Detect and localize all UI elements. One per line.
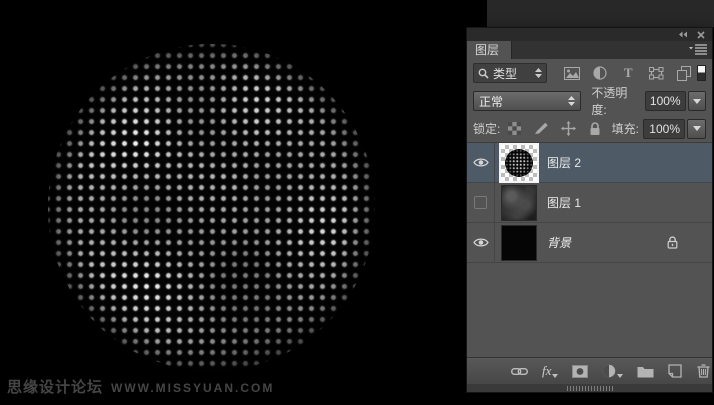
caret-down-icon <box>552 374 559 378</box>
layer-name[interactable]: 图层 2 <box>547 154 712 171</box>
visibility-toggle[interactable] <box>467 223 495 262</box>
filter-toggle-switch[interactable] <box>697 65 706 81</box>
layer-thumbnail-black[interactable] <box>501 224 537 261</box>
eye-icon <box>472 238 489 247</box>
lock-all-icon[interactable] <box>587 121 603 137</box>
layer-row-layer2[interactable]: 图层 2 <box>467 143 712 183</box>
photoshop-workspace: 思缘设计论坛 WWW.MISSYUAN.COM 图层 类型 T 正常 不透明度:… <box>0 0 714 405</box>
spinner-arrows-icon <box>535 68 543 78</box>
opacity-input[interactable]: 100% <box>644 91 686 111</box>
spinner-arrows-icon <box>568 96 576 106</box>
panel-actions-bar: fx <box>467 357 712 384</box>
blend-mode-value: 正常 <box>479 94 504 109</box>
filter-type-select[interactable]: 类型 <box>473 63 548 83</box>
layer-thumbnail-sphere[interactable] <box>499 143 539 183</box>
search-icon <box>478 68 489 79</box>
layers-panel: 图层 类型 T 正常 不透明度: 100% 锁定: 填充: 100% 图层 2 … <box>466 27 713 393</box>
lock-buttons <box>506 121 603 137</box>
new-group-icon[interactable] <box>637 362 654 380</box>
fill-label: 填充: <box>611 122 639 136</box>
panel-tab-bar: 图层 <box>467 41 712 59</box>
opacity-dropdown-button[interactable] <box>687 91 706 111</box>
filter-type-label: 类型 <box>493 66 518 81</box>
background-lock-icon <box>667 236 678 249</box>
mini-sphere-preview <box>505 148 533 177</box>
caret-down-icon <box>692 98 701 104</box>
panel-titlebar <box>467 28 712 41</box>
layer-style-icon[interactable]: fx <box>542 362 559 380</box>
tab-layers[interactable]: 图层 <box>467 41 513 59</box>
caret-down-icon <box>692 126 701 131</box>
layer-row-background[interactable]: 背景 <box>467 223 712 263</box>
panel-bottom-strip <box>467 384 712 392</box>
shape-layer-filter-icon[interactable] <box>647 64 665 82</box>
app-chrome-strip <box>487 0 714 27</box>
add-layer-mask-icon[interactable] <box>572 362 589 380</box>
delete-layer-icon[interactable] <box>696 362 711 380</box>
layer-name[interactable]: 图层 1 <box>547 194 712 211</box>
lock-pixels-icon[interactable] <box>533 121 549 137</box>
layer-row-layer1[interactable]: 图层 1 <box>467 183 712 223</box>
lock-transparency-icon[interactable] <box>506 121 522 137</box>
layer-name[interactable]: 背景 <box>547 234 667 251</box>
watermark-site-name: 思缘设计论坛 <box>7 379 104 396</box>
lock-label: 锁定: <box>473 122 501 136</box>
pixel-layer-filter-icon[interactable] <box>563 64 581 82</box>
watermark-site-url: WWW.MISSYUAN.COM <box>111 381 275 395</box>
visibility-toggle[interactable] <box>467 143 495 182</box>
visibility-toggle[interactable] <box>467 183 495 222</box>
watermark: 思缘设计论坛 WWW.MISSYUAN.COM <box>7 376 274 397</box>
panel-menu-icon[interactable] <box>689 44 707 55</box>
panel-drag-handle[interactable] <box>566 385 613 391</box>
smart-object-filter-icon[interactable] <box>675 64 693 82</box>
fill-dropdown-button[interactable] <box>687 118 706 139</box>
new-adjustment-layer-icon[interactable] <box>602 362 624 380</box>
opacity-label: 不透明度: <box>591 86 628 117</box>
layer-thumbnail-clouds[interactable] <box>501 184 537 221</box>
fill-input[interactable]: 100% <box>643 118 685 139</box>
halftone-sphere-artwork <box>48 44 375 371</box>
filter-kind-buttons: T <box>563 64 693 82</box>
eye-icon <box>472 158 489 167</box>
hidden-visibility-box <box>474 196 487 209</box>
lock-row: 锁定: 填充: 100% <box>467 115 712 143</box>
type-layer-filter-icon[interactable]: T <box>619 64 637 82</box>
blend-mode-select[interactable]: 正常 <box>473 91 582 111</box>
close-icon[interactable] <box>697 30 705 39</box>
layer-filter-row: 类型 T <box>467 59 712 87</box>
layers-list: 图层 2 图层 1 背景 <box>467 143 712 357</box>
blend-mode-row: 正常 不透明度: 100% <box>467 86 712 117</box>
caret-down-icon <box>617 374 624 378</box>
collapse-to-icons-icon[interactable] <box>678 31 688 38</box>
link-layers-icon[interactable] <box>511 362 528 380</box>
lock-position-icon[interactable] <box>560 121 576 137</box>
adjustment-layer-filter-icon[interactable] <box>591 64 609 82</box>
new-layer-icon[interactable] <box>668 362 683 380</box>
